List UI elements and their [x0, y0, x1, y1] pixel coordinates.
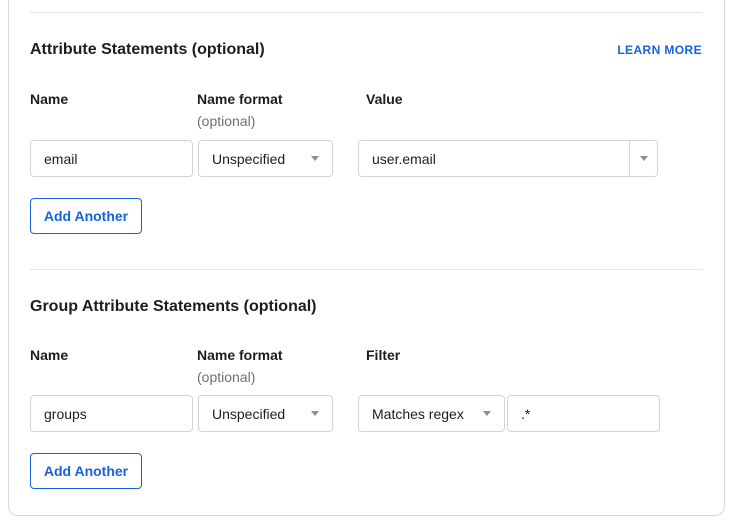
- settings-card: [8, 0, 725, 516]
- attribute-value-input[interactable]: [359, 141, 629, 176]
- group-name-format-optional-label: (optional): [197, 370, 255, 384]
- attribute-name-format-value: Unspecified: [212, 151, 285, 167]
- group-attribute-statements-title: Group Attribute Statements (optional): [30, 299, 317, 315]
- chevron-down-icon: [311, 156, 319, 161]
- chevron-down-icon: [311, 411, 319, 416]
- chevron-down-icon: [483, 411, 491, 416]
- group-filter-value-input[interactable]: [507, 395, 660, 432]
- add-another-attribute-button[interactable]: Add Another: [30, 198, 142, 234]
- section-divider-middle: [30, 269, 702, 270]
- attribute-value-dropdown-button[interactable]: [629, 141, 657, 176]
- name-format-optional-label: (optional): [197, 114, 255, 128]
- group-name-format-value: Unspecified: [212, 406, 285, 422]
- attribute-value-combobox[interactable]: [358, 140, 658, 177]
- add-another-group-attribute-button[interactable]: Add Another: [30, 453, 142, 489]
- group-filter-type-value: Matches regex: [372, 406, 464, 422]
- group-attribute-name-input[interactable]: [30, 395, 193, 432]
- attribute-statements-title: Attribute Statements (optional): [30, 42, 265, 58]
- name-column-label: Name: [30, 92, 68, 106]
- name-format-column-label: Name format: [197, 92, 283, 106]
- filter-column-label: Filter: [366, 348, 400, 362]
- section-divider-top: [30, 12, 702, 13]
- group-name-format-select[interactable]: Unspecified: [198, 395, 333, 432]
- group-filter-type-select[interactable]: Matches regex: [358, 395, 505, 432]
- group-name-format-column-label: Name format: [197, 348, 283, 362]
- value-column-label: Value: [366, 92, 403, 106]
- learn-more-link[interactable]: LEARN MORE: [617, 44, 702, 56]
- attribute-name-format-select[interactable]: Unspecified: [198, 140, 333, 177]
- group-name-column-label: Name: [30, 348, 68, 362]
- chevron-down-icon: [640, 156, 648, 161]
- attribute-name-input[interactable]: [30, 140, 193, 177]
